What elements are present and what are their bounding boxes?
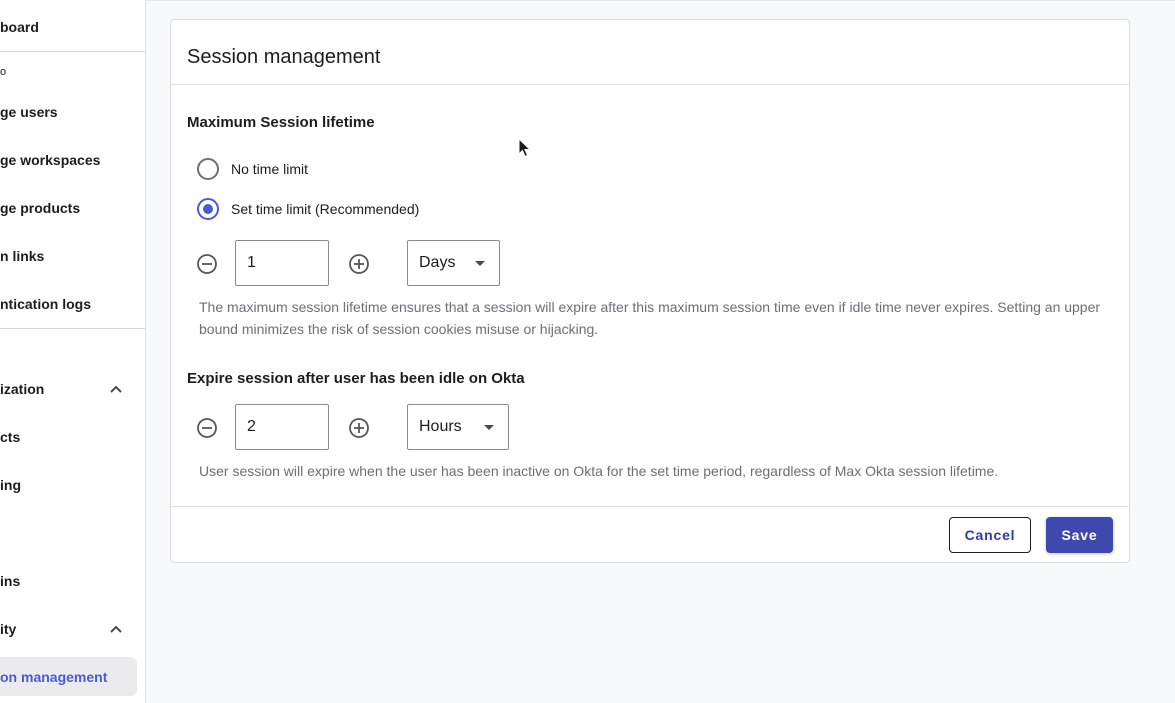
sidebar-item-manage-users[interactable]: ge users <box>0 103 58 121</box>
chevron-up-icon[interactable] <box>108 621 124 637</box>
sidebar-section-label: o <box>0 66 7 78</box>
card-footer-divider <box>171 506 1129 507</box>
card-header: Session management <box>171 20 1129 85</box>
idle-value-input[interactable] <box>235 404 329 450</box>
radio-button[interactable] <box>197 158 219 180</box>
sidebar-divider <box>0 328 145 329</box>
idle-unit-select[interactable]: Hours <box>407 404 509 450</box>
radio-label: No time limit <box>231 161 309 177</box>
idle-heading: Expire session after user has been idle … <box>187 370 525 387</box>
radio-button-checked[interactable] <box>197 198 219 220</box>
max-lifetime-unit-select[interactable]: Days <box>407 240 500 286</box>
sidebar-group-organization[interactable]: ization <box>0 380 44 398</box>
page-title: Session management <box>187 46 381 68</box>
sidebar-item-links[interactable]: n links <box>0 247 44 265</box>
mouse-pointer-icon <box>518 138 532 158</box>
cancel-button[interactable]: Cancel <box>949 517 1031 553</box>
sidebar-item-dashboard[interactable]: board <box>0 18 39 36</box>
chevron-up-icon[interactable] <box>108 381 124 397</box>
minus-circle-icon[interactable] <box>196 253 218 275</box>
select-value: Hours <box>419 418 462 435</box>
max-lifetime-heading: Maximum Session lifetime <box>187 114 375 131</box>
select-value: Days <box>419 254 456 271</box>
sidebar-item-manage-workspaces[interactable]: ge workspaces <box>0 151 100 169</box>
sidebar: board o ge users ge workspaces ge produc… <box>0 0 146 703</box>
max-lifetime-value-input[interactable] <box>235 240 329 286</box>
plus-circle-icon[interactable] <box>348 253 370 275</box>
save-button[interactable]: Save <box>1046 517 1113 553</box>
sidebar-item-authentication-logs[interactable]: ntication logs <box>0 295 91 313</box>
sidebar-item-billing[interactable]: ing <box>0 476 21 494</box>
top-border <box>146 0 1175 1</box>
sidebar-group-security[interactable]: ity <box>0 620 16 638</box>
sidebar-divider <box>0 51 145 52</box>
sidebar-item-session-management[interactable]: on management <box>0 668 107 686</box>
caret-down-icon <box>484 425 494 430</box>
idle-help-text: User session will expire when the user h… <box>199 463 999 479</box>
radio-label: Set time limit (Recommended) <box>231 201 420 217</box>
sidebar-item-domains[interactable]: ins <box>0 572 20 590</box>
sidebar-item-manage-products[interactable]: ge products <box>0 199 80 217</box>
plus-circle-icon[interactable] <box>348 417 370 439</box>
caret-down-icon <box>475 261 485 266</box>
minus-circle-icon[interactable] <box>196 417 218 439</box>
max-lifetime-help-text: The maximum session lifetime ensures tha… <box>199 299 1101 337</box>
sidebar-item-products[interactable]: cts <box>0 428 20 446</box>
session-management-card: Session management Maximum Session lifet… <box>170 19 1130 563</box>
